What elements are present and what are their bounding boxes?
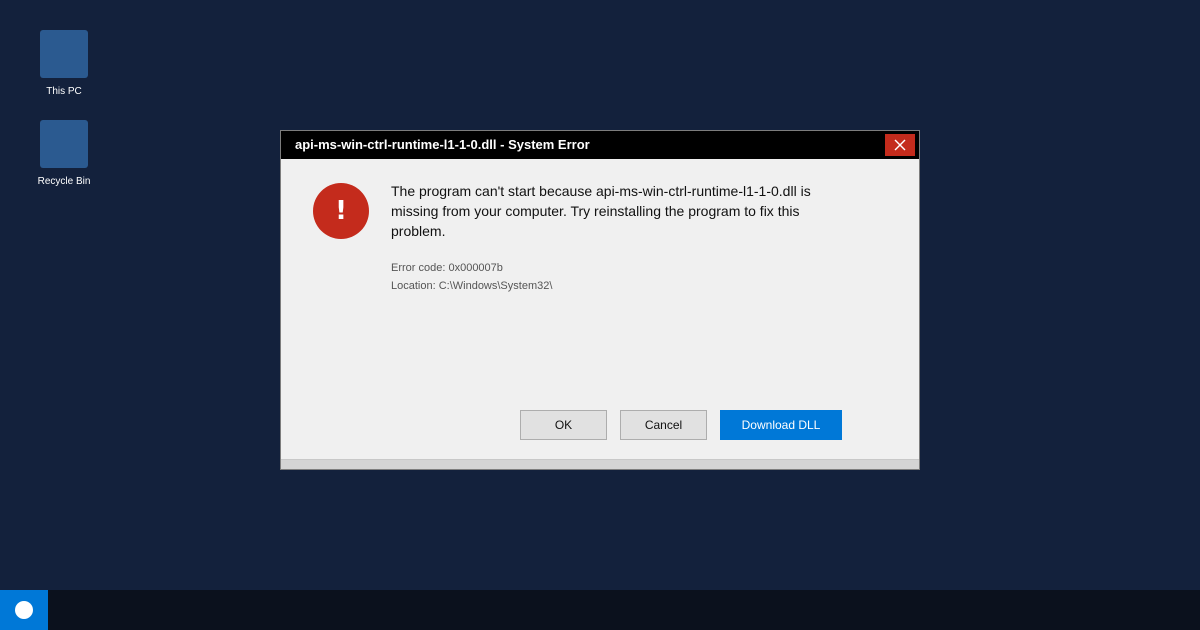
error-location: Location: C:\Windows\System32\ xyxy=(391,280,553,292)
error-details: Error code: 0x000007b Location: C:\Windo… xyxy=(391,259,552,295)
error-code: Error code: 0x000007b xyxy=(391,262,503,274)
dialog-footer xyxy=(281,459,919,469)
download-dll-button[interactable]: Download DLL xyxy=(720,410,842,440)
desktop-icon-this-pc[interactable]: This PC xyxy=(24,30,104,97)
this-pc-icon xyxy=(40,30,88,78)
start-button[interactable] xyxy=(0,590,48,630)
ok-button[interactable]: OK xyxy=(520,410,607,440)
dialog-title: api-ms-win-ctrl-runtime-l1-1-0.dll - Sys… xyxy=(295,137,590,152)
close-icon xyxy=(894,139,906,151)
close-button[interactable] xyxy=(885,134,915,156)
recycle-bin-icon xyxy=(40,120,88,168)
start-icon xyxy=(15,601,33,619)
desktop-icon-label: Recycle Bin xyxy=(37,176,91,187)
taskbar xyxy=(0,590,1200,630)
desktop-icon-recycle-bin[interactable]: Recycle Bin xyxy=(24,120,104,187)
system-error-dialog: api-ms-win-ctrl-runtime-l1-1-0.dll - Sys… xyxy=(280,130,920,470)
desktop-icon-label: This PC xyxy=(46,86,82,97)
error-message: The program can't start because api-ms-w… xyxy=(391,183,811,239)
cancel-button[interactable]: Cancel xyxy=(620,410,707,440)
error-icon-glyph: ! xyxy=(335,196,347,226)
dialog-titlebar[interactable]: api-ms-win-ctrl-runtime-l1-1-0.dll - Sys… xyxy=(281,131,919,159)
error-icon: ! xyxy=(313,183,369,239)
